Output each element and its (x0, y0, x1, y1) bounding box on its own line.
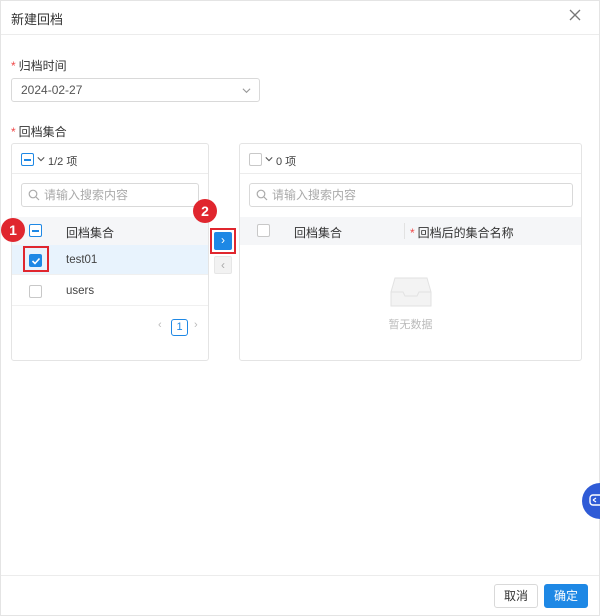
required-mark: * (11, 59, 16, 73)
annotation-box (210, 228, 236, 254)
row-checkbox[interactable] (29, 285, 42, 298)
search-icon (256, 189, 268, 201)
column-header: 回档集合 (294, 226, 343, 240)
prev-page-icon[interactable]: ‹ (158, 319, 162, 331)
target-panel: 0 项 回档集合 *回档后的集合名称 暂无数据 (239, 143, 582, 361)
target-search[interactable] (249, 183, 573, 207)
dialog-header: 新建回档 (1, 1, 599, 35)
target-panel-header: 0 项 (240, 144, 581, 174)
column-header: * 回档后的集合名称 (410, 226, 514, 240)
empty-box-icon (390, 277, 432, 307)
move-left-button[interactable]: ‹ (214, 256, 232, 274)
row-name: test01 (66, 254, 98, 266)
chat-icon (589, 494, 600, 506)
chevron-down-icon[interactable] (265, 155, 273, 163)
row-name: users (66, 285, 95, 297)
chevron-down-icon (242, 88, 251, 94)
page-number[interactable]: 1 (171, 319, 188, 336)
time-label: * 归档时间 (11, 59, 67, 73)
new-rollback-dialog: 新建回档 * 归档时间 2024-02-27 * 回档集合 1/2 项 请输入搜… (0, 0, 600, 616)
select-all-checkbox[interactable] (21, 153, 34, 166)
date-value: 2024-02-27 (21, 83, 83, 97)
column-header: 回档集合 (66, 226, 115, 240)
column-divider (404, 223, 405, 239)
source-search[interactable] (21, 183, 199, 207)
select-all-checkbox[interactable] (249, 153, 262, 166)
cancel-button[interactable]: 取消 (494, 584, 538, 608)
required-mark: * (410, 226, 415, 240)
search-input[interactable] (272, 187, 422, 203)
confirm-button[interactable]: 确定 (544, 584, 588, 608)
required-mark: * (11, 125, 16, 139)
annotation-badge: 2 (193, 199, 217, 223)
dialog-footer: 取消 确定 (1, 575, 599, 615)
chat-float-button[interactable] (582, 483, 600, 519)
table-row[interactable]: users (12, 276, 208, 306)
pagination: ‹ 1 › (158, 319, 208, 337)
dialog-title: 新建回档 (11, 12, 64, 27)
close-icon[interactable] (567, 7, 583, 23)
annotation-badge: 1 (1, 218, 25, 242)
target-table-header: 回档集合 * 回档后的集合名称 (240, 217, 581, 245)
selected-count: 1/2 项 (48, 156, 78, 168)
annotation-box (23, 246, 49, 272)
header-checkbox[interactable] (257, 224, 270, 237)
next-page-icon[interactable]: › (194, 319, 198, 331)
empty-text: 暂无数据 (388, 319, 433, 331)
chevron-down-icon[interactable] (37, 155, 45, 163)
selected-count: 0 项 (276, 156, 297, 168)
search-input[interactable] (44, 187, 194, 203)
search-icon (28, 189, 40, 201)
collection-label: * 回档集合 (11, 125, 67, 139)
header-checkbox[interactable] (29, 224, 42, 237)
source-table-header: 回档集合 (12, 217, 208, 245)
source-panel-header: 1/2 项 (12, 144, 208, 174)
date-select[interactable]: 2024-02-27 (11, 78, 260, 102)
